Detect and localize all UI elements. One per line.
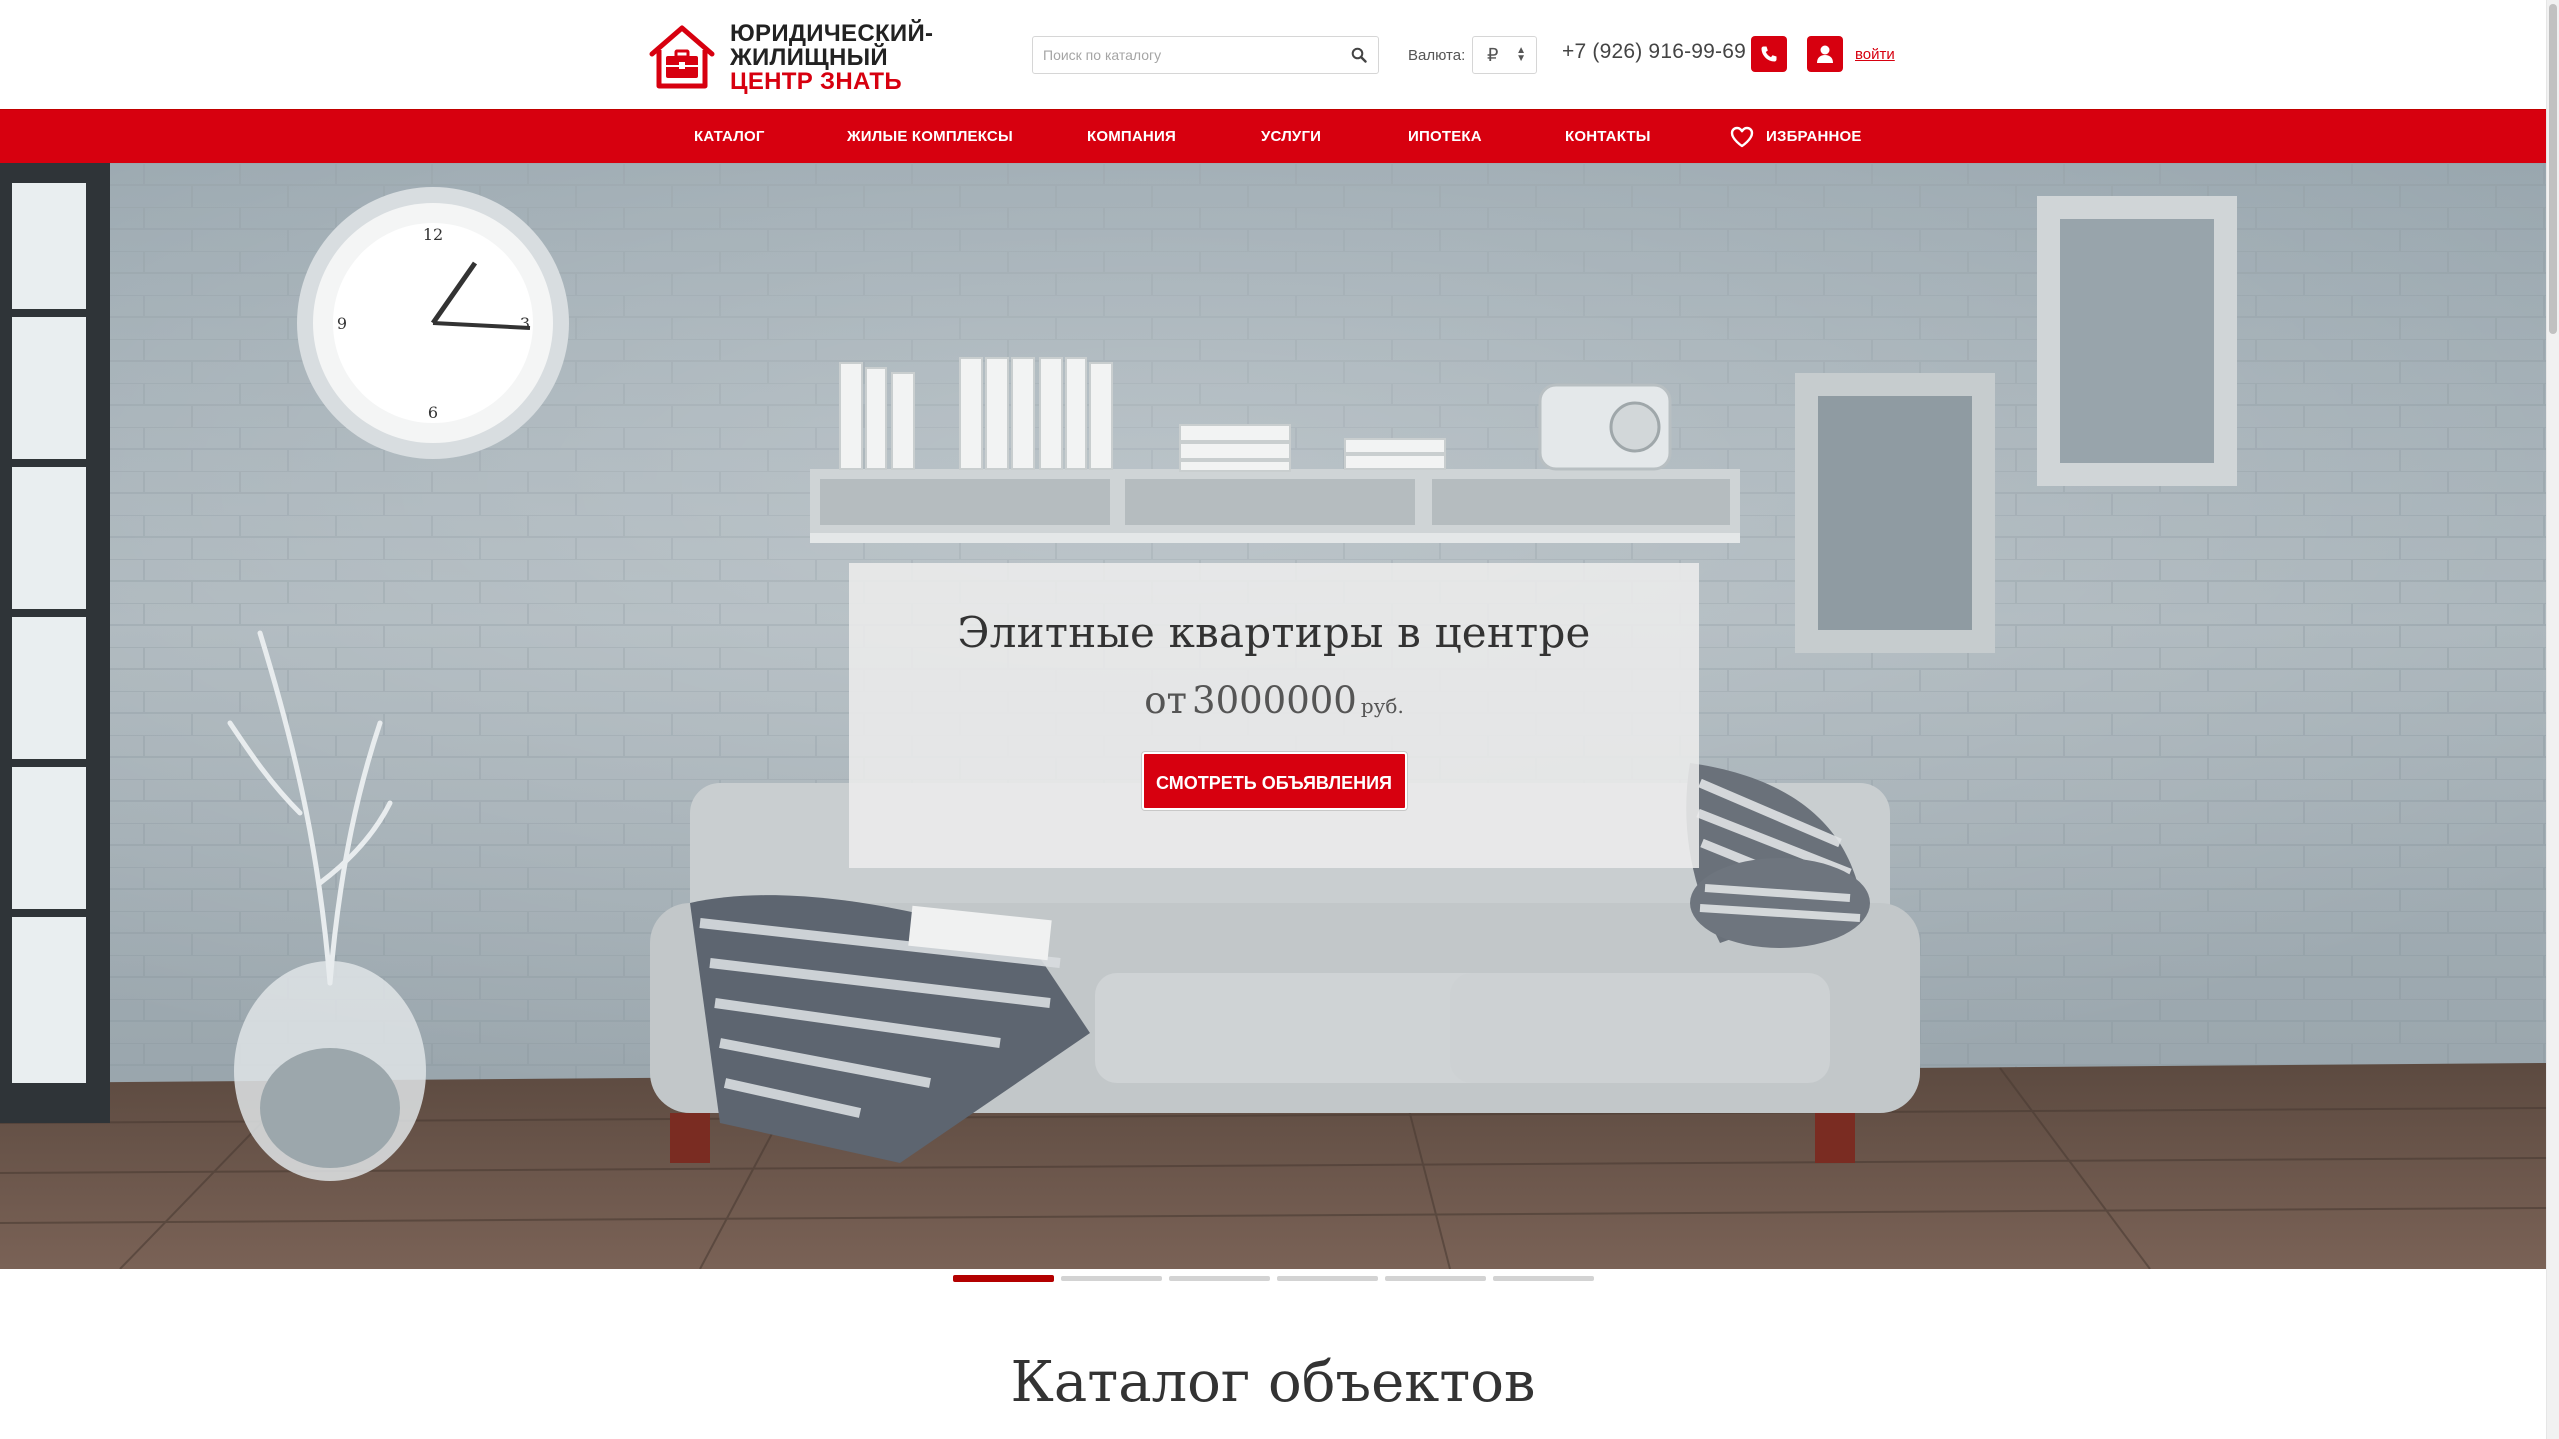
slide-indicator-6[interactable]	[1493, 1276, 1594, 1281]
view-listings-button[interactable]: Смотреть объявления	[1141, 752, 1407, 810]
call-button[interactable]	[1751, 36, 1787, 72]
logo-wordmark: ЮРИДИЧЕСКИЙ- ЖИЛИЩНЫЙ ЦЕНТР ЗНАТЬ	[730, 22, 933, 94]
logo-line-1: ЮРИДИЧЕСКИЙ-	[730, 20, 934, 47]
login-link[interactable]: войти	[1855, 46, 1895, 63]
slider-pagination	[953, 1275, 1601, 1282]
phone-number[interactable]: +7 (926) 916-99-69	[1562, 40, 1746, 64]
currency-select[interactable]: ₽ ▲ ▼	[1472, 36, 1537, 74]
svg-text:6: 6	[428, 403, 438, 422]
slide-indicator-1[interactable]	[953, 1275, 1054, 1282]
phone-icon	[1761, 46, 1777, 62]
hero-price: от 3000000 руб.	[849, 679, 1699, 722]
search-icon	[1351, 47, 1367, 63]
select-arrows-icon: ▲ ▼	[1516, 45, 1526, 64]
slide-indicator-3[interactable]	[1169, 1276, 1270, 1281]
logo-line-3: ЦЕНТР ЗНАТЬ	[730, 68, 902, 95]
hero-price-currency: руб.	[1360, 694, 1404, 718]
svg-text:9: 9	[337, 314, 347, 333]
page-scrollbar[interactable]	[2546, 0, 2559, 1439]
slide-indicator-5[interactable]	[1385, 1276, 1486, 1281]
account-button[interactable]	[1807, 36, 1843, 72]
nav-item-favorites[interactable]: Избранное	[1730, 110, 1862, 164]
hero-title: Элитные квартиры в центре	[957, 608, 1591, 657]
catalog-search	[1032, 36, 1379, 74]
nav-item-contacts[interactable]: Контакты	[1565, 110, 1651, 164]
main-nav: Каталог Жилые комплексы Компания Услуги …	[0, 109, 2546, 163]
house-briefcase-logo-icon	[649, 25, 715, 89]
currency-value: ₽	[1487, 44, 1499, 65]
user-icon	[1817, 45, 1833, 63]
hero-price-amount: 3000000	[1192, 679, 1357, 722]
svg-text:12: 12	[423, 225, 443, 244]
slide-indicator-2[interactable]	[1061, 1276, 1162, 1281]
heart-icon	[1730, 126, 1754, 148]
site-logo[interactable]: ЮРИДИЧЕСКИЙ- ЖИЛИЩНЫЙ ЦЕНТР ЗНАТЬ	[646, 18, 936, 98]
search-button[interactable]	[1340, 37, 1378, 73]
nav-item-residential-complexes[interactable]: Жилые комплексы	[847, 110, 1013, 164]
slide-indicator-4[interactable]	[1277, 1276, 1378, 1281]
search-input[interactable]	[1033, 37, 1340, 73]
site-header: ЮРИДИЧЕСКИЙ- ЖИЛИЩНЫЙ ЦЕНТР ЗНАТЬ Валюта…	[0, 0, 2546, 109]
nav-item-mortgage[interactable]: Ипотека	[1408, 110, 1482, 164]
nav-item-catalog[interactable]: Каталог	[694, 110, 765, 164]
hero-slider: 12 6 3 9 Элитные квартиры в центре от 30…	[0, 163, 2546, 1269]
logo-line-2: ЖИЛИЩНЫЙ	[730, 44, 888, 71]
catalog-section-title: Каталог объектов	[1010, 1350, 1536, 1415]
svg-text:3: 3	[520, 314, 530, 333]
hero-promo-card: Элитные квартиры в центре от 3000000 руб.…	[849, 563, 1699, 868]
nav-item-company[interactable]: Компания	[1087, 110, 1176, 164]
hero-price-prefix: от	[1144, 679, 1187, 722]
scrollbar-thumb[interactable]	[2549, 4, 2557, 334]
currency-label: Валюта:	[1408, 47, 1466, 64]
nav-item-favorites-label: Избранное	[1766, 128, 1862, 145]
nav-item-services[interactable]: Услуги	[1261, 110, 1321, 164]
